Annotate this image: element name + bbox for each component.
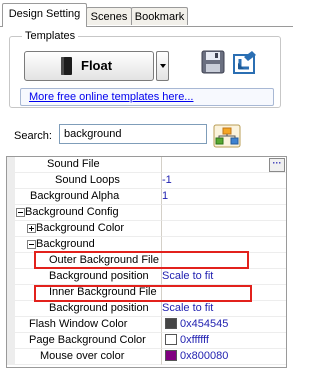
property-value: 1 — [162, 190, 169, 202]
property-row-flash-window-color[interactable]: Flash Window Color 0x454545 — [7, 317, 286, 333]
property-value: 0xffffff — [180, 334, 209, 346]
property-name: Page Background Color — [29, 334, 146, 346]
more-templates-link[interactable]: More free online templates here... — [29, 90, 193, 104]
book-icon — [61, 57, 72, 75]
template-name: Float — [81, 58, 113, 73]
property-name: Flash Window Color — [29, 318, 128, 330]
property-row-page-background-color[interactable]: Page Background Color 0xffffff — [7, 333, 286, 349]
property-name: Background — [36, 238, 95, 250]
collapse-icon[interactable] — [27, 240, 36, 249]
tab-bookmark[interactable]: Bookmark — [131, 7, 188, 25]
expand-icon[interactable] — [27, 224, 36, 233]
templates-group: Templates Float More free online templat… — [9, 29, 281, 108]
tab-bar: Design Setting Scenes Bookmark — [0, 0, 293, 27]
search-tree-icon[interactable] — [213, 124, 241, 148]
property-row-background-config[interactable]: Background Config — [7, 205, 286, 221]
property-value: 0x454545 — [180, 318, 229, 330]
color-swatch[interactable] — [165, 318, 177, 329]
property-value: 0x800080 — [180, 350, 229, 362]
save-icon[interactable] — [200, 49, 226, 75]
search-label: Search: — [14, 130, 52, 142]
property-row-sound-loops[interactable]: Sound Loops -1 — [7, 173, 286, 189]
property-value: Scale to fit — [162, 302, 214, 314]
import-template-icon[interactable] — [232, 49, 260, 75]
tab-design-setting[interactable]: Design Setting — [2, 3, 87, 27]
collapse-icon[interactable] — [16, 208, 25, 217]
property-row-background-color[interactable]: Background Color — [7, 221, 286, 237]
property-row-inner-background-file[interactable]: Inner Background File — [7, 285, 286, 301]
template-dropdown-button[interactable] — [156, 51, 169, 81]
templates-title: Templates — [22, 29, 79, 43]
property-name: Background Color — [36, 222, 125, 234]
property-row-background-alpha[interactable]: Background Alpha 1 — [7, 189, 286, 205]
property-name: Sound File — [47, 158, 100, 170]
property-name: Background position — [49, 270, 149, 282]
property-name: Inner Background File — [49, 286, 157, 298]
property-value: Scale to fit — [162, 270, 214, 282]
templates-link-box: More free online templates here... — [20, 88, 274, 106]
browse-button[interactable]: ··· — [269, 158, 285, 172]
property-name: Outer Background File — [49, 254, 160, 266]
property-name: Background position — [49, 302, 149, 314]
search-input[interactable] — [59, 124, 207, 144]
property-row-background-position[interactable]: Background position Scale to fit — [7, 301, 286, 317]
property-row-mouse-over-color[interactable]: Mouse over color 0x800080 — [7, 349, 286, 365]
property-value: -1 — [162, 174, 172, 186]
property-name: Background Alpha — [30, 190, 120, 202]
property-row-sound-file[interactable]: Sound File ··· — [7, 157, 286, 173]
tab-scenes[interactable]: Scenes — [86, 7, 132, 25]
color-swatch[interactable] — [165, 334, 177, 345]
property-grid: Sound File ··· Sound Loops -1 Background… — [6, 156, 287, 368]
property-row-background[interactable]: Background — [7, 237, 286, 253]
property-name: Sound Loops — [55, 174, 120, 186]
property-name: Background Config — [25, 206, 119, 218]
color-swatch[interactable] — [165, 350, 177, 361]
property-name: Mouse over color — [40, 350, 125, 362]
property-row-background-position[interactable]: Background position Scale to fit — [7, 269, 286, 285]
template-select-button[interactable]: Float — [24, 51, 154, 81]
property-row-outer-background-file[interactable]: Outer Background File — [7, 253, 286, 269]
settings-panel: Design Setting Scenes Bookmark Templates… — [0, 0, 293, 384]
